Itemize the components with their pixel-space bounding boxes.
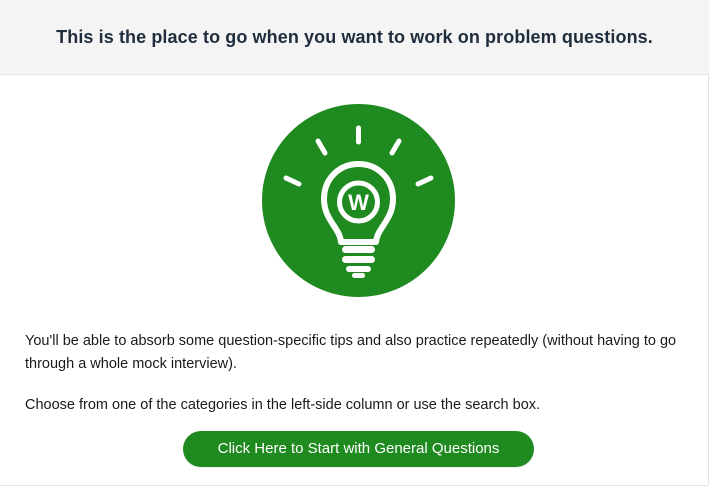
- problem-questions-panel: This is the place to go when you want to…: [0, 0, 709, 486]
- lightbulb-hero: W: [262, 104, 455, 297]
- intro-paragraph: You'll be able to absorb some question-s…: [25, 333, 677, 372]
- start-general-questions-button[interactable]: Click Here to Start with General Questio…: [183, 431, 534, 467]
- instructions-paragraph: Choose from one of the categories in the…: [25, 397, 541, 413]
- logo-letter: W: [348, 190, 369, 215]
- panel-header: This is the place to go when you want to…: [0, 0, 709, 75]
- panel-title: This is the place to go when you want to…: [56, 26, 653, 47]
- lightbulb-icon: W: [262, 104, 455, 297]
